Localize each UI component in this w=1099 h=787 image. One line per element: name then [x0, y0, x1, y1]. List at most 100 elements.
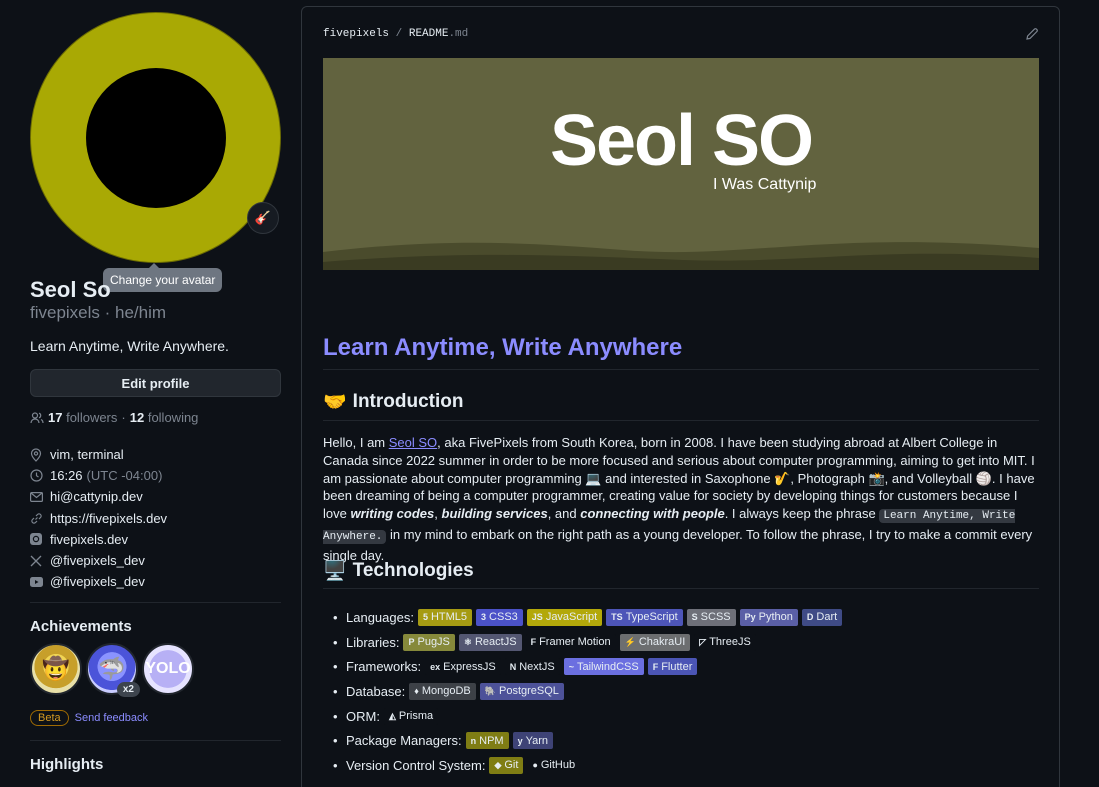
postgresql-icon: 🐘	[484, 685, 496, 696]
tech-badge-chakraui: ⚡ ChakraUI	[619, 633, 691, 651]
followers-link[interactable]: 17 followers	[48, 410, 117, 425]
tech-badge-git: ◆ Git	[489, 756, 524, 774]
tech-badge-prisma: ◭ Prisma	[383, 707, 439, 725]
nextjs-icon: N	[509, 661, 517, 672]
tech-badge-label: NextJS	[519, 660, 555, 673]
tech-badge-html5: 5 HTML5	[417, 608, 473, 626]
achievement-badges: 🤠 🦈 x2 YOLO	[30, 643, 194, 697]
git-icon: ◆	[494, 759, 502, 770]
beta-badge: Beta	[30, 710, 69, 726]
location-icon	[30, 448, 50, 462]
readme-heading: Learn Anytime, Write Anywhere	[323, 334, 683, 361]
tech-badge-label: GitHub	[540, 759, 576, 772]
tech-badge-github: ● GitHub	[527, 756, 581, 774]
mail-icon	[30, 491, 50, 502]
achievement-count-badge: x2	[116, 682, 140, 697]
people-icon	[30, 411, 44, 424]
html5-icon: 5	[422, 612, 428, 623]
technologies-list: Languages:5HTML53CSS3JSJavaScriptTSTypeS…	[333, 605, 846, 778]
edit-profile-button[interactable]: Edit profile	[30, 369, 281, 397]
tech-row-label: Package Managers:	[346, 733, 462, 749]
clock-icon	[30, 469, 50, 482]
expressjs-icon: ex	[430, 661, 441, 672]
time-item: 16:26 (UTC -04:00)	[30, 465, 167, 486]
edit-readme-button[interactable]	[1025, 27, 1039, 44]
achievement-badge-pull-shark[interactable]: 🤠	[30, 643, 82, 695]
tech-badge-label: MongoDB	[421, 685, 471, 698]
avatar-center	[86, 68, 226, 208]
tech-badge-label: ChakraUI	[638, 636, 686, 649]
repo-owner-link[interactable]: fivepixels	[323, 28, 389, 40]
instagram-icon	[30, 533, 50, 546]
introduction-paragraph: Hello, I am Seol SO, aka FivePixels from…	[323, 435, 1035, 563]
yarn-icon: y	[517, 735, 523, 746]
readme-file-link[interactable]: README.md	[409, 28, 468, 40]
pencil-icon	[1026, 28, 1038, 40]
email-item: hi@cattynip.dev	[30, 486, 167, 507]
banner-title: Seol SO	[549, 101, 814, 181]
chakraui-icon: ⚡	[624, 636, 636, 647]
seol-so-link[interactable]: Seol SO	[389, 435, 437, 450]
threejs-icon: ◸	[699, 636, 707, 647]
beta-feedback: Beta Send feedback	[30, 710, 148, 726]
guitar-icon: 🎸	[254, 210, 272, 225]
pugjs-icon: P	[408, 637, 415, 648]
tech-badge-label: ReactJS	[474, 636, 517, 649]
dart-icon: D	[806, 612, 814, 623]
status-emoji-button[interactable]: 🎸	[247, 202, 279, 234]
banner-subtitle: I Was Cattynip	[713, 176, 817, 193]
tech-rule	[323, 588, 1039, 589]
tech-badge-label: PostgreSQL	[499, 685, 559, 698]
technologies-heading: 🖥️ Technologies	[323, 560, 474, 582]
tech-badge-label: Dart	[816, 611, 838, 624]
banner-wave	[323, 242, 1039, 270]
tech-badge-label: NPM	[479, 734, 504, 747]
css3-icon: 3	[481, 612, 487, 623]
x-icon	[30, 555, 50, 567]
tech-row: Languages:5HTML53CSS3JSJavaScriptTSTypeS…	[333, 605, 846, 630]
tech-badge-label: ThreeJS	[709, 636, 751, 649]
following-link[interactable]: 12 following	[130, 410, 199, 425]
tailwindcss-icon: ~	[568, 661, 574, 672]
framer-motion-icon: F	[530, 637, 537, 648]
scss-icon: S	[691, 612, 698, 623]
tech-badge-label: TypeScript	[625, 611, 678, 624]
cowboy-icon: 🤠	[42, 656, 70, 681]
sidebar-divider-2	[30, 740, 281, 741]
achievement-badge-yolo[interactable]: YOLO	[142, 643, 194, 695]
tech-badge-label: Framer Motion	[539, 636, 611, 649]
tech-row-label: Version Control System:	[346, 757, 486, 773]
tech-badge-label: Git	[504, 759, 519, 772]
javascript-icon: JS	[531, 612, 543, 623]
achievement-badge-shark[interactable]: 🦈 x2	[86, 643, 140, 697]
tech-badge-label: PugJS	[417, 636, 450, 649]
achievements-title[interactable]: Achievements	[30, 618, 132, 635]
github-icon: ●	[532, 760, 538, 771]
highlights-title: Highlights	[30, 756, 104, 773]
typescript-icon: TS	[611, 612, 623, 623]
website-link[interactable]: https://fivepixels.dev	[50, 511, 167, 526]
tech-badge-javascript: JS JavaScript	[526, 608, 603, 626]
tech-row-label: Database:	[346, 683, 406, 699]
tech-badge-dart: D Dart	[801, 608, 843, 626]
tech-badge-label: Yarn	[525, 734, 549, 747]
email-link[interactable]: hi@cattynip.dev	[50, 489, 143, 504]
tech-badge-label: Prisma	[398, 710, 434, 723]
tech-badge-reactjs: ⚛ ReactJS	[458, 633, 522, 651]
desktop-icon: 🖥️	[323, 561, 347, 582]
instagram-link[interactable]: fivepixels.dev	[50, 532, 128, 547]
tech-badge-yarn: y Yarn	[512, 732, 554, 750]
x-item: @fivepixels_dev	[30, 550, 167, 571]
avatar[interactable]	[30, 12, 281, 263]
youtube-link[interactable]: @fivepixels_dev	[50, 574, 145, 589]
send-feedback-link[interactable]: Send feedback	[75, 712, 148, 724]
tech-badge-label: SCSS	[700, 611, 731, 624]
introduction-heading: 🤝 Introduction	[323, 391, 464, 413]
x-link[interactable]: @fivepixels_dev	[50, 553, 145, 568]
tech-badge-flutter: F Flutter	[647, 658, 698, 676]
tech-row-label: ORM:	[346, 708, 380, 724]
tech-badge-tailwindcss: ~ TailwindCSS	[563, 658, 644, 676]
tech-badge-threejs: ◸ ThreeJS	[694, 633, 756, 651]
tech-row: Frameworks:exExpressJSNNextJS~TailwindCS…	[333, 654, 846, 679]
tech-badge-pugjs: P PugJS	[403, 633, 455, 651]
